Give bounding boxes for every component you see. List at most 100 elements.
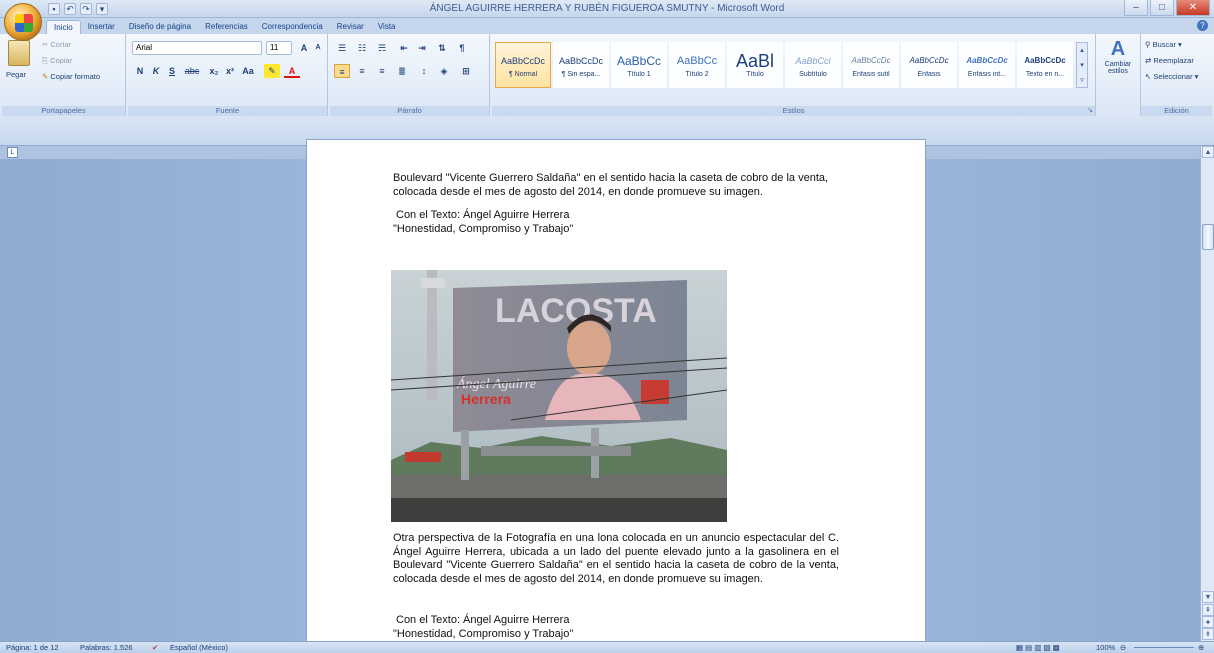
format-painter-button[interactable]: ✎ Copiar formato xyxy=(42,72,100,81)
style-titulo-2[interactable]: AaBbCc Título 2 xyxy=(669,42,725,88)
clipboard-group-label: Portapapeles xyxy=(2,106,125,116)
font-name-select[interactable]: Arial xyxy=(132,41,262,55)
tab-inicio[interactable]: Inicio xyxy=(46,20,81,34)
styles-launcher-icon[interactable]: ↘ xyxy=(1087,106,1093,114)
zoom-level[interactable]: 100% xyxy=(1096,643,1115,652)
font-group: Arial 11 A A N K S abc x₂ x² Aa ✎ A Fuen… xyxy=(128,34,328,116)
style-name: ¶ Sin espa... xyxy=(561,71,601,78)
paragraph-2[interactable]: Otra perspectiva de la Fotografía en una… xyxy=(393,532,839,586)
editing-group: ⚲ Buscar ▾ ⇄ Reemplazar ↖ Seleccionar ▾ … xyxy=(1140,34,1212,116)
underline-button[interactable]: S xyxy=(164,64,180,78)
style-preview: AaBl xyxy=(735,51,775,71)
font-size-select[interactable]: 11 xyxy=(266,41,292,55)
caption-quote-1[interactable]: "Honestidad, Compromiso y Trabajo" xyxy=(393,223,839,237)
tab-referencias[interactable]: Referencias xyxy=(198,20,255,34)
style-titulo-1[interactable]: AaBbCc Título 1 xyxy=(611,42,667,88)
help-icon[interactable]: ? xyxy=(1197,20,1208,31)
scroll-down-icon[interactable]: ▼ xyxy=(1202,591,1214,603)
shading-icon[interactable]: ◈ xyxy=(436,64,452,78)
scroll-up-icon[interactable]: ▲ xyxy=(1202,146,1214,158)
styles-scroll[interactable]: ▴ ▾ ▿ xyxy=(1076,42,1088,88)
paste-button[interactable]: Pegar xyxy=(6,70,26,79)
copy-button[interactable]: ⎘ Copiar xyxy=(42,56,72,66)
page-count[interactable]: Página: 1 de 12 xyxy=(6,643,59,652)
sort-icon[interactable]: ⇅ xyxy=(434,41,450,55)
font-color-icon[interactable]: A xyxy=(284,64,300,78)
browse-object-icon[interactable]: ● xyxy=(1202,616,1214,628)
minimize-button[interactable]: – xyxy=(1124,0,1148,16)
replace-button[interactable]: ⇄ Reemplazar xyxy=(1145,56,1194,65)
shrink-font-button[interactable]: A xyxy=(310,41,326,55)
multilevel-list-icon[interactable]: ☴ xyxy=(374,41,390,55)
zoom-in-icon[interactable]: ⊕ xyxy=(1198,643,1204,652)
find-button[interactable]: ⚲ Buscar ▾ xyxy=(1145,40,1182,49)
scroll-thumb[interactable] xyxy=(1202,224,1214,250)
proofing-icon[interactable]: ✔ xyxy=(152,643,158,652)
justify-icon[interactable]: ≣ xyxy=(394,64,410,78)
increase-indent-icon[interactable]: ⇥ xyxy=(414,41,430,55)
previous-page-icon[interactable]: ⇞ xyxy=(1202,604,1214,616)
office-button[interactable] xyxy=(4,3,42,41)
style-name: Énfasis xyxy=(917,71,941,78)
superscript-button[interactable]: x² xyxy=(222,64,238,78)
style-subtitulo[interactable]: AaBbCcl Subtítulo xyxy=(785,42,841,88)
select-button[interactable]: ↖ Seleccionar ▾ xyxy=(1145,72,1198,81)
style-name: Título 1 xyxy=(627,71,651,78)
caption-text-1[interactable]: Con el Texto: Ángel Aguirre Herrera xyxy=(396,209,842,223)
highlight-icon[interactable]: ✎ xyxy=(264,64,280,78)
numbering-icon[interactable]: ☷ xyxy=(354,41,370,55)
editing-group-label: Edición xyxy=(1141,106,1212,116)
font-group-label: Fuente xyxy=(128,106,327,116)
caption-text-2[interactable]: Con el Texto: Ángel Aguirre Herrera xyxy=(396,614,842,628)
bold-button[interactable]: N xyxy=(132,64,148,78)
tab-insertar[interactable]: Insertar xyxy=(81,20,122,34)
style-normal[interactable]: AaBbCcDc ¶ Normal xyxy=(495,42,551,88)
document-page[interactable]: Boulevard "Vicente Guerrero Saldaña" en … xyxy=(306,139,926,653)
zoom-slider[interactable] xyxy=(1134,647,1194,648)
style-sin-espaciado[interactable]: AaBbCcDc ¶ Sin espa... xyxy=(553,42,609,88)
paragraph-1[interactable]: Boulevard "Vicente Guerrero Saldaña" en … xyxy=(393,172,839,199)
change-styles-icon: A xyxy=(1110,38,1126,60)
style-enfasis[interactable]: AaBbCcDc Énfasis xyxy=(901,42,957,88)
align-left-icon[interactable]: ≡ xyxy=(334,64,350,78)
format-painter-label: Copiar formato xyxy=(50,72,100,81)
language-indicator[interactable]: Español (México) xyxy=(170,643,228,652)
next-page-icon[interactable]: ⇟ xyxy=(1202,628,1214,640)
change-case-button[interactable]: Aa xyxy=(240,64,256,78)
cut-label: Cortar xyxy=(50,40,72,49)
tab-selector-button[interactable]: L xyxy=(7,147,18,158)
copy-label: Copiar xyxy=(50,56,73,65)
style-enfasis-sutil[interactable]: AaBbCcDc Énfasis sutil xyxy=(843,42,899,88)
change-styles-button[interactable]: A Cambiar estilos xyxy=(1098,38,1138,104)
maximize-button[interactable]: □ xyxy=(1150,0,1174,16)
office-logo-icon xyxy=(15,14,33,32)
italic-button[interactable]: K xyxy=(148,64,164,78)
bullets-icon[interactable]: ☰ xyxy=(334,41,350,55)
style-enfasis-intenso[interactable]: AaBbCcDc Énfasis int... xyxy=(959,42,1015,88)
word-count[interactable]: Palabras: 1.526 xyxy=(80,643,133,652)
decrease-indent-icon[interactable]: ⇤ xyxy=(396,41,412,55)
style-titulo[interactable]: AaBl Título xyxy=(727,42,783,88)
tab-correspondencia[interactable]: Correspondencia xyxy=(255,20,330,34)
paste-icon[interactable] xyxy=(8,40,30,66)
brush-icon: ✎ xyxy=(42,72,49,81)
close-button[interactable]: ✕ xyxy=(1176,0,1210,16)
pilcrow-icon[interactable]: ¶ xyxy=(454,41,470,55)
tab-vista[interactable]: Vista xyxy=(371,20,403,34)
align-right-icon[interactable]: ≡ xyxy=(374,64,390,78)
change-styles-label: Cambiar estilos xyxy=(1104,61,1132,75)
borders-icon[interactable]: ⊞ xyxy=(458,64,474,78)
zoom-out-icon[interactable]: ⊖ xyxy=(1120,643,1126,652)
subscript-button[interactable]: x₂ xyxy=(206,64,222,78)
style-texto-en-negrita[interactable]: AaBbCcDc Texto en n... xyxy=(1017,42,1073,88)
cut-button[interactable]: ✂ Cortar xyxy=(42,40,71,49)
line-spacing-icon[interactable]: ↕ xyxy=(416,64,432,78)
align-center-icon[interactable]: ≡ xyxy=(354,64,370,78)
tab-diseno-pagina[interactable]: Diseño de página xyxy=(122,20,198,34)
strikethrough-button[interactable]: abc xyxy=(184,64,200,78)
view-buttons[interactable]: ▦ ▤ ▥ ▧ ▩ xyxy=(1016,643,1060,652)
caption-quote-2[interactable]: "Honestidad, Compromiso y Trabajo" xyxy=(393,628,839,642)
vertical-scrollbar[interactable]: ▲ ▼ ⇞ ● ⇟ xyxy=(1200,146,1214,641)
tab-revisar[interactable]: Revisar xyxy=(330,20,371,34)
style-name: Énfasis int... xyxy=(967,71,1007,78)
